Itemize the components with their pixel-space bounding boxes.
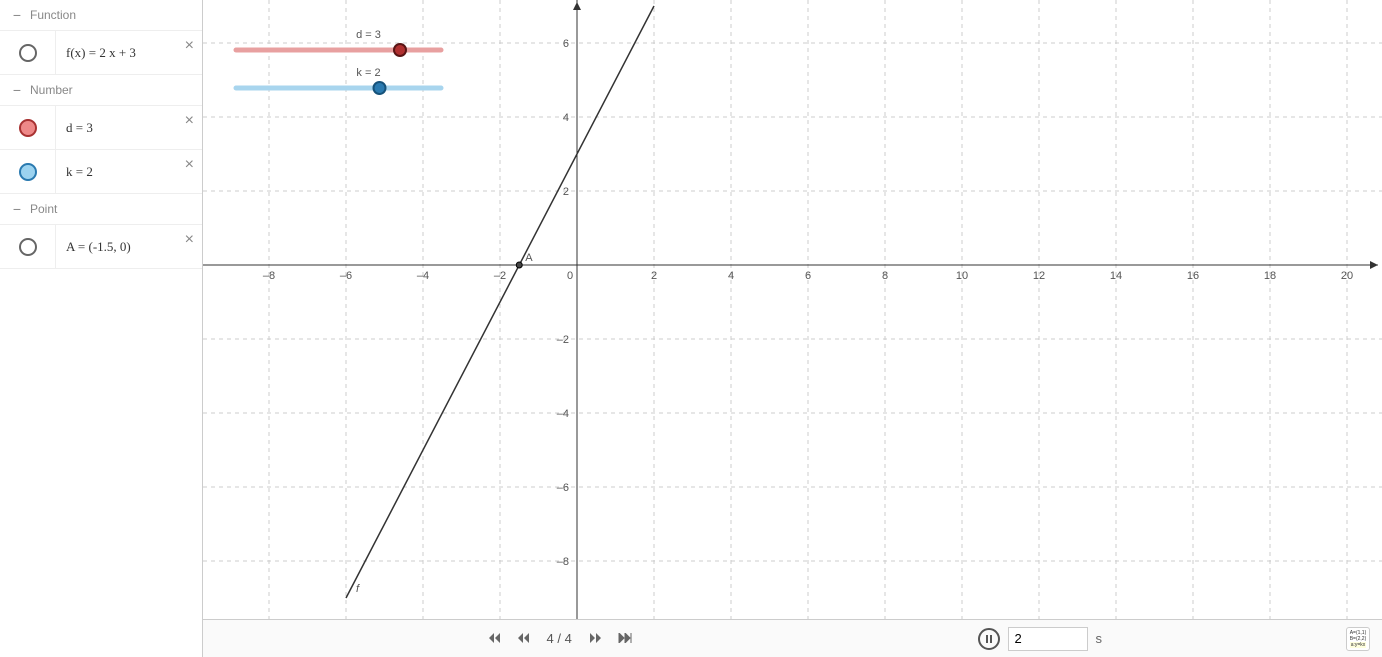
close-icon[interactable]: × <box>185 112 194 130</box>
algebra-sidebar: − Function f(x) = 2 x + 3 × − Number d =… <box>0 0 203 657</box>
algebra-item-function[interactable]: f(x) = 2 x + 3 × <box>0 31 202 75</box>
svg-text:4: 4 <box>728 270 734 282</box>
step-indicator: 4 / 4 <box>547 631 572 646</box>
svg-text:0: 0 <box>567 270 573 282</box>
section-header-number[interactable]: − Number <box>0 75 202 106</box>
svg-text:2: 2 <box>563 186 569 198</box>
visibility-toggle[interactable] <box>0 106 56 149</box>
next-step-button[interactable] <box>584 630 606 648</box>
svg-text:18: 18 <box>1264 270 1276 282</box>
main-area: –8 –6 –4 –2 0 2 4 6 8 10 12 14 16 18 20 –8 –6 –4 –2 2 4 6 f Ad … <box>203 0 1382 657</box>
svg-text:10: 10 <box>956 270 968 282</box>
svg-text:8: 8 <box>882 270 888 282</box>
section-label: Point <box>30 202 57 216</box>
close-icon[interactable]: × <box>185 156 194 174</box>
section-header-function[interactable]: − Function <box>0 0 202 31</box>
visibility-toggle[interactable] <box>0 225 56 268</box>
svg-text:–6: –6 <box>557 482 569 494</box>
bottom-toolbar: 4 / 4 s A=(1,1)B=(2,2)a:y=kx <box>203 619 1382 657</box>
time-unit-label: s <box>1096 631 1103 646</box>
visibility-toggle[interactable] <box>0 31 56 74</box>
coordinate-plane[interactable]: –8 –6 –4 –2 0 2 4 6 8 10 12 14 16 18 20 –8 –6 –4 –2 2 4 6 f Ad … <box>203 0 1382 619</box>
playback-controls: s <box>978 627 1103 651</box>
visibility-toggle[interactable] <box>0 150 56 193</box>
svg-text:–6: –6 <box>340 270 352 282</box>
svg-text:–2: –2 <box>557 334 569 346</box>
item-label: A = (-1.5, 0) <box>56 227 202 267</box>
close-icon[interactable]: × <box>185 37 194 55</box>
svg-text:20: 20 <box>1341 270 1353 282</box>
svg-text:–2: –2 <box>494 270 506 282</box>
svg-text:d = 3: d = 3 <box>356 29 381 41</box>
svg-text:4: 4 <box>563 112 569 124</box>
svg-text:2: 2 <box>651 270 657 282</box>
svg-text:6: 6 <box>805 270 811 282</box>
pause-button[interactable] <box>978 628 1000 650</box>
svg-text:16: 16 <box>1187 270 1199 282</box>
collapse-icon: − <box>10 8 24 22</box>
close-icon[interactable]: × <box>185 231 194 249</box>
step-navigation: 4 / 4 <box>483 630 636 648</box>
svg-text:6: 6 <box>563 38 569 50</box>
item-label: f(x) = 2 x + 3 <box>56 33 202 73</box>
svg-text:–8: –8 <box>263 270 275 282</box>
graph-canvas[interactable]: –8 –6 –4 –2 0 2 4 6 8 10 12 14 16 18 20 –8 –6 –4 –2 2 4 6 f Ad … <box>203 0 1382 619</box>
svg-text:A: A <box>525 252 533 264</box>
svg-text:12: 12 <box>1033 270 1045 282</box>
first-step-button[interactable] <box>483 630 505 648</box>
svg-text:–4: –4 <box>557 408 569 420</box>
prev-step-button[interactable] <box>513 630 535 648</box>
collapse-icon: − <box>10 202 24 216</box>
section-label: Function <box>30 8 76 22</box>
svg-text:14: 14 <box>1110 270 1122 282</box>
time-input[interactable] <box>1008 627 1088 651</box>
item-label: k = 2 <box>56 152 202 192</box>
style-bar-toggle[interactable]: A=(1,1)B=(2,2)a:y=kx <box>1346 627 1370 651</box>
algebra-item-point[interactable]: A = (-1.5, 0) × <box>0 225 202 269</box>
section-label: Number <box>30 83 73 97</box>
last-step-button[interactable] <box>614 630 636 648</box>
algebra-item-k[interactable]: k = 2 × <box>0 150 202 194</box>
section-header-point[interactable]: − Point <box>0 194 202 225</box>
svg-text:–8: –8 <box>557 556 569 568</box>
svg-text:–4: –4 <box>417 270 429 282</box>
item-label: d = 3 <box>56 108 202 148</box>
svg-text:k = 2: k = 2 <box>356 67 380 79</box>
collapse-icon: − <box>10 83 24 97</box>
svg-text:f: f <box>356 583 360 595</box>
algebra-item-d[interactable]: d = 3 × <box>0 106 202 150</box>
